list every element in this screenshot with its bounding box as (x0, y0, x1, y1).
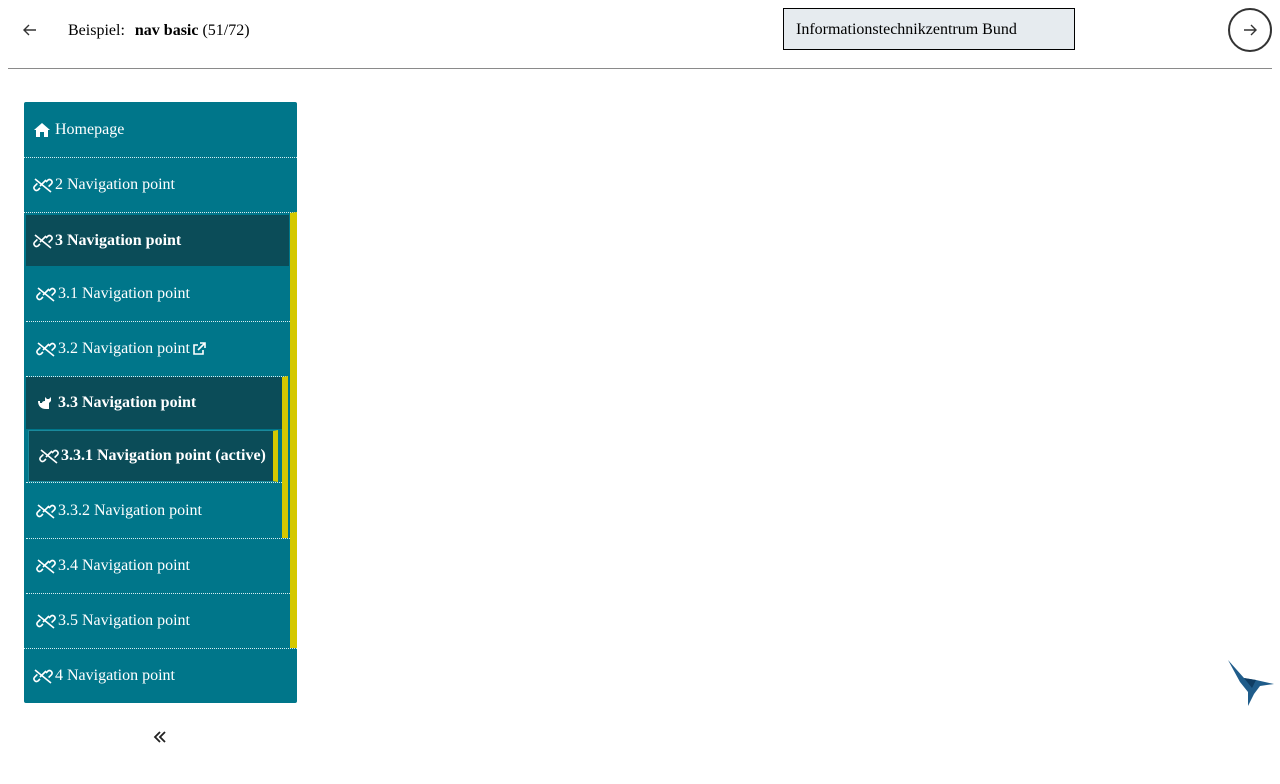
unlink-icon (36, 503, 56, 519)
unlink-icon (33, 177, 53, 193)
example-prefix: Beispiel: (68, 22, 125, 39)
nav-item-3-3[interactable]: 3.3 Navigation point (26, 377, 282, 429)
navigation: Homepage 2 Navigation point 3 Navigation… (24, 102, 297, 703)
nav-item-label: 3.3.2 Navigation point (58, 501, 202, 519)
arrow-left-icon (23, 24, 36, 36)
nav-item-label: 3 Navigation point (55, 231, 182, 249)
nav-item-3[interactable]: 3 Navigation point (26, 215, 289, 266)
nav-item-label: 2 Navigation point (55, 176, 175, 193)
nav-item-label: 3.5 Navigation point (58, 612, 190, 629)
nav-item-3-1[interactable]: 3.1 Navigation point (26, 266, 290, 321)
nav-item-3-4[interactable]: 3.4 Navigation point (26, 538, 290, 593)
nav-item-label: Homepage (55, 120, 125, 138)
unlink-icon (39, 448, 59, 464)
nav-item-4[interactable]: 4 Navigation point (24, 648, 297, 703)
unlink-icon (33, 668, 53, 684)
nav-item-homepage[interactable]: Homepage (24, 102, 297, 157)
nav-item-label: 3.3.1 Navigation point (active) (61, 447, 266, 464)
unlink-icon (33, 233, 53, 249)
nav-item-3-5[interactable]: 3.5 Navigation point (26, 593, 290, 648)
example-counter: (51/72) (202, 22, 250, 39)
nav-item-label: 4 Navigation point (55, 667, 175, 684)
unlink-icon (36, 286, 56, 302)
arrow-right-icon (1244, 24, 1257, 36)
nav-item-3-2[interactable]: 3.2 Navigation point (26, 321, 290, 376)
next-button[interactable] (1228, 8, 1272, 52)
example-title: Beispiel: nav basic (51/72) (68, 21, 250, 41)
unlink-icon (36, 558, 56, 574)
back-button[interactable] (14, 14, 46, 46)
bird-logo (1228, 660, 1274, 706)
nav-group-3-3: 3.3 Navigation point 3.3.1 Navigation po… (26, 376, 288, 538)
nav-item-3-3-1[interactable]: 3.3.1 Navigation point (active) (28, 430, 278, 482)
example-name: nav basic (134, 22, 199, 39)
home-icon (33, 122, 53, 138)
unlink-icon (36, 341, 56, 357)
unlink-icon (36, 613, 56, 629)
nav-group-3: 3 Navigation point 3.1 Navigation point … (24, 212, 297, 648)
nav-item-3-3-2[interactable]: 3.3.2 Navigation point (26, 482, 282, 538)
external-link-icon (192, 342, 206, 356)
nav-item-label: 3.1 Navigation point (58, 284, 190, 302)
nav-item-label: 3.4 Navigation point (58, 557, 190, 574)
nav-item-label: 3.2 Navigation point (58, 340, 190, 357)
header: Beispiel: nav basic (51/72) Informations… (0, 0, 1280, 68)
collapse-nav-button[interactable] (150, 726, 170, 748)
chevrons-left-icon (153, 731, 166, 743)
theme-select[interactable]: Informationstechnikzentrum Bund (783, 8, 1075, 50)
nav-item-label: 3.3 Navigation point (58, 394, 197, 411)
header-divider (8, 68, 1272, 69)
nav-item-2[interactable]: 2 Navigation point (24, 157, 297, 212)
cat-icon (36, 395, 56, 411)
